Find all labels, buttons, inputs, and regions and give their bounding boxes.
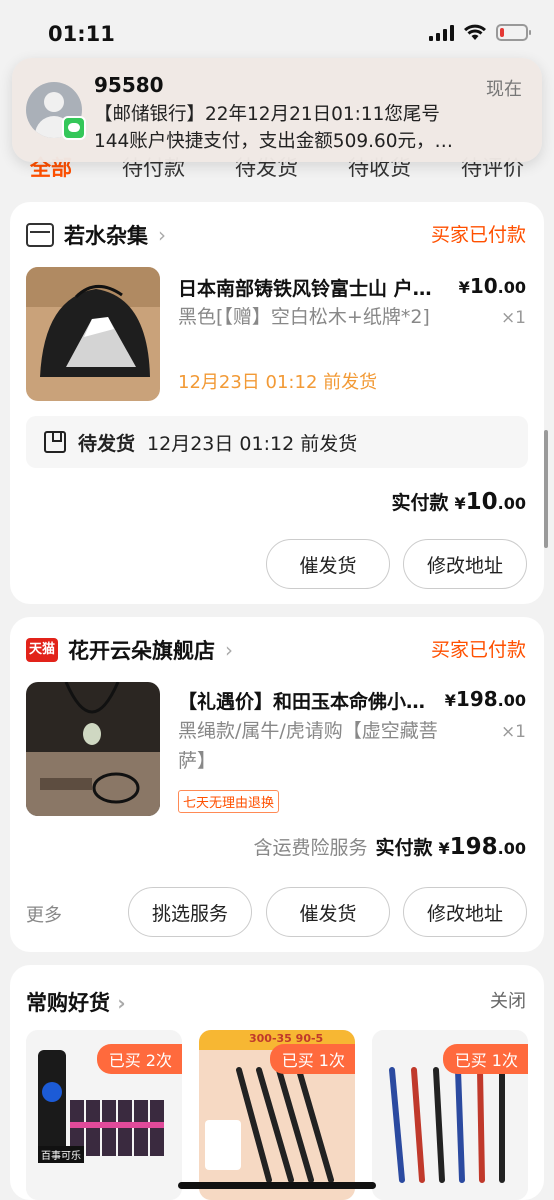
- cellular-signal-icon: [429, 24, 454, 41]
- currency-symbol: ¥: [438, 839, 450, 858]
- currency-symbol: ¥: [458, 278, 470, 297]
- order-card: 若水杂集 › 买家已付款 日本南部铸铁风铃富士山 户… ¥10.00 黑色[【赠…: [10, 202, 544, 604]
- total-integer: 198: [449, 834, 498, 860]
- messages-app-icon: [62, 116, 86, 140]
- total-label: 实付款: [375, 837, 433, 859]
- product-price: ¥198.00: [445, 687, 526, 711]
- price-decimal: .00: [497, 691, 526, 710]
- change-address-button[interactable]: 修改地址: [403, 539, 527, 589]
- bought-count-badge: 已买 1次: [269, 1044, 355, 1074]
- order-total: 含运费险服务 实付款 ¥198.00: [253, 833, 526, 860]
- notification-sender: 95580: [94, 73, 164, 97]
- recommended-item[interactable]: 已买 1次: [372, 1030, 528, 1200]
- package-icon: [44, 431, 66, 453]
- urge-shipment-button[interactable]: 催发货: [266, 539, 390, 589]
- recommended-item[interactable]: 300-35 90-5 已买 1次: [199, 1030, 355, 1200]
- select-service-button[interactable]: 挑选服务: [128, 887, 252, 937]
- price-integer: 198: [455, 687, 498, 711]
- wifi-icon: [464, 24, 486, 40]
- notification-time: 现在: [486, 79, 522, 100]
- product-title[interactable]: 日本南部铸铁风铃富士山 户…: [178, 274, 460, 301]
- price-integer: 10: [469, 274, 498, 298]
- order-status: 买家已付款: [430, 639, 526, 661]
- order-status: 买家已付款: [430, 224, 526, 246]
- shipping-status-label: 待发货: [78, 432, 136, 455]
- shop-name: 花开云朵旗舰店: [68, 639, 215, 663]
- scrollbar[interactable]: [544, 430, 548, 548]
- chevron-right-icon: ›: [117, 991, 126, 1015]
- more-button[interactable]: 更多: [26, 901, 62, 927]
- battery-icon: [496, 24, 531, 41]
- store-icon: [26, 223, 54, 247]
- frequently-bought-section: 常购好货 › 关闭 百事可乐 已买 2次 300-35 90-5 已买 1次 已…: [10, 965, 544, 1200]
- currency-symbol: ¥: [444, 691, 456, 710]
- bought-count-badge: 已买 1次: [442, 1044, 528, 1074]
- chevron-right-icon: ›: [225, 638, 233, 662]
- status-icons: [429, 24, 531, 41]
- shop-header[interactable]: 若水杂集 ›: [26, 220, 166, 250]
- shop-header[interactable]: 天猫 花开云朵旗舰店 ›: [26, 635, 233, 665]
- home-indicator[interactable]: [178, 1182, 376, 1189]
- product-quantity: ×1: [500, 308, 526, 328]
- product-price: ¥10.00: [459, 274, 526, 298]
- sms-notification-banner[interactable]: 95580 现在 【邮储银行】22年12月21日01:11您尾号 144账户快捷…: [12, 58, 542, 162]
- product-image-jade-pendant[interactable]: [26, 682, 160, 816]
- seven-day-return-badge: 七天无理由退换: [178, 790, 280, 813]
- product-title[interactable]: 【礼遇价】和田玉本命佛小…: [178, 687, 460, 714]
- total-integer: 10: [465, 489, 498, 515]
- product-spec: 黑绳款/属牛/虎请购【虚空藏菩萨】: [178, 720, 438, 772]
- order-card: 天猫 花开云朵旗舰店 › 买家已付款 【礼遇价】和田玉本命佛小… ¥198.00…: [10, 617, 544, 952]
- change-address-button[interactable]: 修改地址: [403, 887, 527, 937]
- clock: 01:11: [48, 22, 115, 46]
- notification-body-line2: 144账户快捷支付，支出金额509.60元，…: [94, 131, 454, 152]
- shop-name: 若水杂集: [64, 224, 148, 248]
- total-decimal: .00: [497, 494, 526, 513]
- price-decimal: .00: [497, 278, 526, 297]
- chevron-right-icon: ›: [158, 223, 166, 247]
- notification-body-line1: 【邮储银行】22年12月21日01:11您尾号: [94, 104, 440, 125]
- close-section-button[interactable]: 关闭: [490, 987, 526, 1013]
- product-image-wind-chime[interactable]: [26, 267, 160, 401]
- total-label: 实付款: [391, 492, 449, 514]
- shipping-status-text: 12月23日 01:12 前发货: [147, 432, 358, 455]
- currency-symbol: ¥: [454, 494, 466, 513]
- urge-shipment-button[interactable]: 催发货: [266, 887, 390, 937]
- product-quantity: ×1: [500, 722, 526, 742]
- order-total: 实付款 ¥10.00: [391, 488, 526, 515]
- status-bar: 01:11: [0, 0, 554, 60]
- product-label-text: 百事可乐: [38, 1146, 84, 1163]
- section-title[interactable]: 常购好货 ›: [26, 987, 126, 1017]
- shipping-status-box[interactable]: 待发货 12月23日 01:12 前发货: [26, 416, 528, 468]
- recommended-item[interactable]: 百事可乐 已买 2次: [26, 1030, 182, 1200]
- tmall-badge-icon: 天猫: [26, 638, 58, 662]
- total-decimal: .00: [497, 839, 526, 858]
- bought-count-badge: 已买 2次: [96, 1044, 182, 1074]
- ship-deadline: 12月23日 01:12 前发货: [178, 372, 378, 393]
- product-spec: 黑色[【赠】空白松木+纸牌*2]: [178, 306, 430, 328]
- section-title-text: 常购好货: [26, 991, 110, 1015]
- shipping-insurance-note: 含运费险服务: [253, 837, 368, 859]
